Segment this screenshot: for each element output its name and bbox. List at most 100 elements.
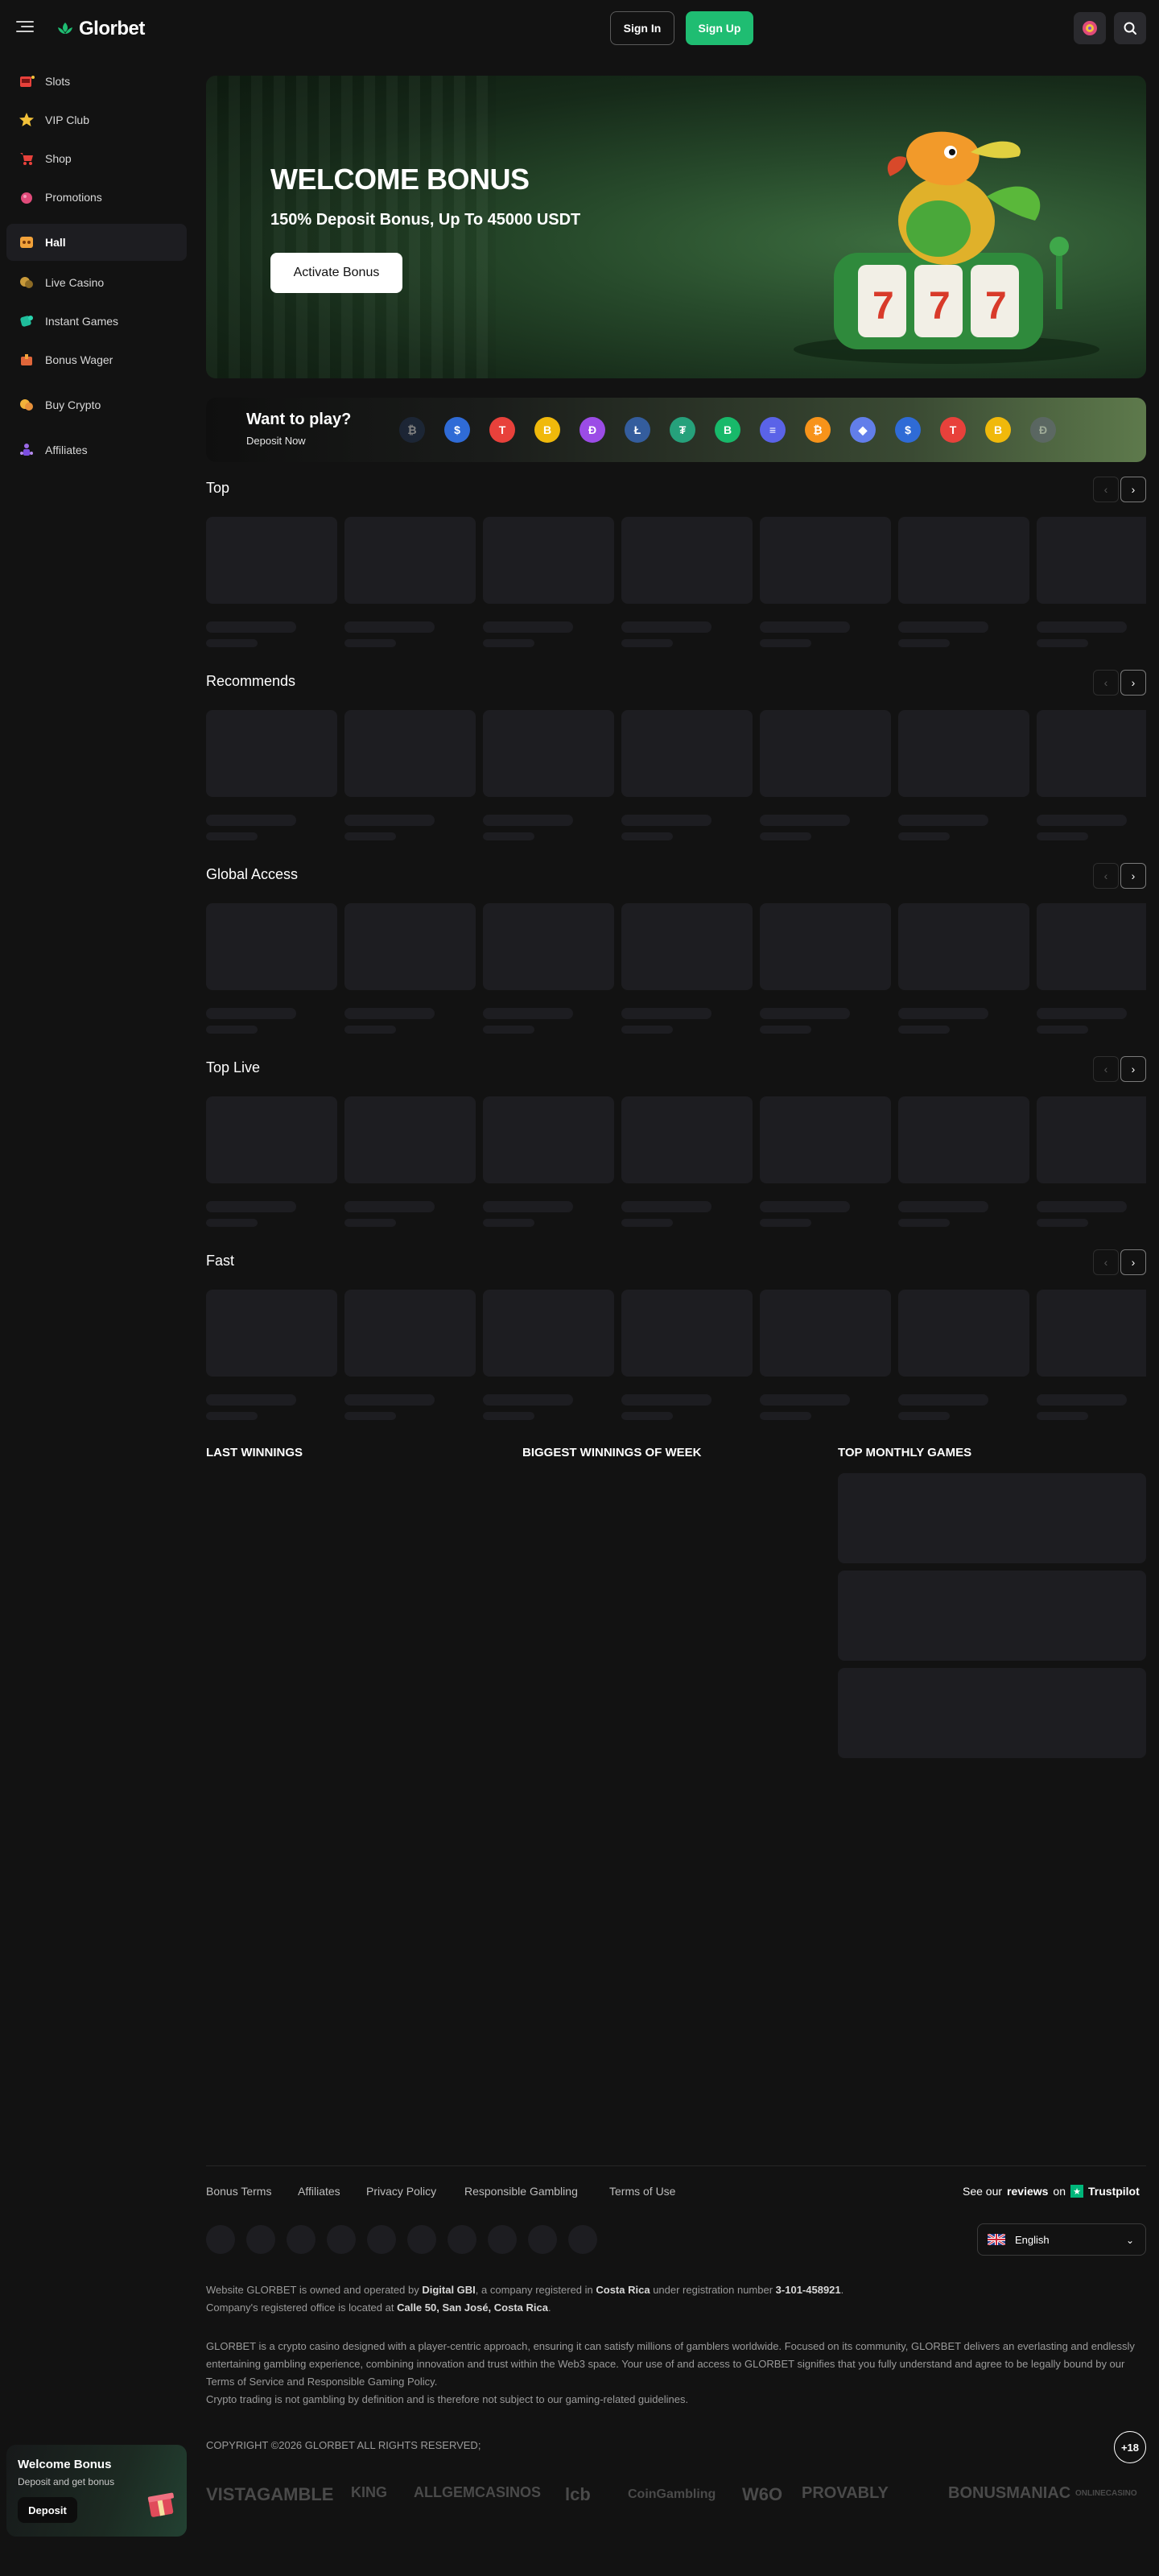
- game-card-placeholder[interactable]: [483, 710, 614, 840]
- next-arrow-icon[interactable]: ›: [1120, 1056, 1146, 1082]
- sidebar-item-shop[interactable]: Shop: [6, 140, 187, 177]
- game-card-placeholder[interactable]: [1037, 517, 1146, 647]
- game-card-placeholder[interactable]: [344, 710, 476, 840]
- game-card-placeholder[interactable]: [898, 1290, 1029, 1420]
- footer-link-affiliates[interactable]: Affiliates: [298, 2185, 340, 2198]
- game-thumbnail-placeholder: [760, 903, 891, 990]
- social-icon[interactable]: [528, 2225, 557, 2254]
- game-card-placeholder[interactable]: [760, 517, 891, 647]
- game-card-placeholder[interactable]: [760, 903, 891, 1034]
- social-icon[interactable]: [367, 2225, 396, 2254]
- sidebar-item-hall[interactable]: Hall: [6, 224, 187, 261]
- prev-arrow-icon[interactable]: ‹: [1093, 670, 1119, 696]
- next-arrow-icon[interactable]: ›: [1120, 477, 1146, 502]
- sign-up-button[interactable]: Sign Up: [686, 11, 753, 45]
- game-title-placeholder: [898, 1394, 988, 1406]
- social-icon[interactable]: [287, 2225, 316, 2254]
- game-card-placeholder[interactable]: [621, 903, 753, 1034]
- prev-arrow-icon[interactable]: ‹: [1093, 1249, 1119, 1275]
- game-provider-placeholder: [483, 639, 534, 647]
- partner-logo[interactable]: VISTAGAMBLE: [206, 2484, 333, 2505]
- game-card-placeholder[interactable]: [206, 1096, 337, 1227]
- menu-icon[interactable]: [16, 21, 34, 34]
- partner-logo[interactable]: PROVABLY: [802, 2484, 889, 2503]
- sidebar-item-bonus-wager[interactable]: Bonus Wager: [6, 341, 187, 378]
- top-monthly-game-card[interactable]: [838, 1473, 1146, 1563]
- partner-logo[interactable]: ALLGEMCASINOS: [414, 2484, 541, 2501]
- sidebar-item-vip-club[interactable]: VIP Club: [6, 101, 187, 138]
- social-icon[interactable]: [206, 2225, 235, 2254]
- prev-arrow-icon[interactable]: ‹: [1093, 1056, 1119, 1082]
- sidebar-item-buy-crypto[interactable]: Buy Crypto: [6, 386, 187, 423]
- deposit-now-link[interactable]: Deposit Now: [246, 435, 306, 447]
- game-card-placeholder[interactable]: [483, 903, 614, 1034]
- game-card-placeholder[interactable]: [206, 517, 337, 647]
- game-provider-placeholder: [483, 1026, 534, 1034]
- language-select[interactable]: English ⌄: [977, 2223, 1146, 2256]
- social-icon[interactable]: [327, 2225, 356, 2254]
- trustpilot-link[interactable]: See our reviews on ★ Trustpilot: [963, 2185, 1140, 2198]
- top-monthly-game-card[interactable]: [838, 1571, 1146, 1661]
- game-card-placeholder[interactable]: [344, 1290, 476, 1420]
- next-arrow-icon[interactable]: ›: [1120, 863, 1146, 889]
- game-card-placeholder[interactable]: [1037, 1096, 1146, 1227]
- footer-link-privacy-policy[interactable]: Privacy Policy: [366, 2185, 436, 2198]
- game-card-placeholder[interactable]: [621, 517, 753, 647]
- game-card-placeholder[interactable]: [344, 903, 476, 1034]
- game-card-placeholder[interactable]: [344, 517, 476, 647]
- wheel-icon[interactable]: [1074, 12, 1106, 44]
- game-card-placeholder[interactable]: [760, 710, 891, 840]
- game-card-placeholder[interactable]: [898, 517, 1029, 647]
- partner-logo[interactable]: W6O: [742, 2484, 782, 2505]
- social-icon[interactable]: [488, 2225, 517, 2254]
- game-card-placeholder[interactable]: [206, 710, 337, 840]
- search-icon[interactable]: [1114, 12, 1146, 44]
- game-card-placeholder[interactable]: [760, 1096, 891, 1227]
- footer-link-terms-of-use[interactable]: Terms of Use: [609, 2185, 675, 2198]
- next-arrow-icon[interactable]: ›: [1120, 1249, 1146, 1275]
- sidebar-item-affiliates[interactable]: Affiliates: [6, 431, 187, 469]
- sidebar-item-slots[interactable]: Slots: [6, 63, 187, 100]
- game-card-placeholder[interactable]: [483, 517, 614, 647]
- game-card-placeholder[interactable]: [483, 1096, 614, 1227]
- game-card-placeholder[interactable]: [621, 1290, 753, 1420]
- game-card-placeholder[interactable]: [760, 1290, 891, 1420]
- want-to-play-bar[interactable]: Want to play? Deposit Now ₿ $ T B Ð Ł ₮ B ≡ ₿ ◆ $ T B…: [206, 398, 1146, 462]
- game-card-placeholder[interactable]: [483, 1290, 614, 1420]
- game-card-placeholder[interactable]: [621, 1096, 753, 1227]
- sign-in-button[interactable]: Sign In: [610, 11, 674, 45]
- game-provider-placeholder: [483, 832, 534, 840]
- social-icon[interactable]: [448, 2225, 476, 2254]
- game-title-placeholder: [760, 621, 850, 633]
- footer-link-bonus-terms[interactable]: Bonus Terms: [206, 2185, 271, 2198]
- prev-arrow-icon[interactable]: ‹: [1093, 477, 1119, 502]
- game-card-placeholder[interactable]: [206, 1290, 337, 1420]
- logo[interactable]: Glorbet: [56, 18, 145, 40]
- game-card-placeholder[interactable]: [898, 1096, 1029, 1227]
- social-icon[interactable]: [407, 2225, 436, 2254]
- game-card-placeholder[interactable]: [1037, 903, 1146, 1034]
- game-card-placeholder[interactable]: [1037, 710, 1146, 840]
- game-card-placeholder[interactable]: [621, 710, 753, 840]
- deposit-button[interactable]: Deposit: [18, 2497, 77, 2523]
- activate-bonus-button[interactable]: Activate Bonus: [270, 253, 402, 293]
- sidebar-item-promotions[interactable]: Promotions: [6, 179, 187, 216]
- social-icon[interactable]: [246, 2225, 275, 2254]
- top-monthly-game-card[interactable]: [838, 1668, 1146, 1758]
- partner-logo[interactable]: ONLINECASINO: [1075, 2489, 1137, 2498]
- partner-logo[interactable]: KING: [351, 2484, 387, 2501]
- footer-link-responsible-gambling[interactable]: Responsible Gambling: [464, 2185, 578, 2198]
- game-card-placeholder[interactable]: [898, 903, 1029, 1034]
- game-card-placeholder[interactable]: [1037, 1290, 1146, 1420]
- partner-logo[interactable]: BONUSMANIAC: [948, 2484, 1070, 2503]
- sidebar-item-live-casino[interactable]: Live Casino: [6, 264, 187, 301]
- game-card-placeholder[interactable]: [344, 1096, 476, 1227]
- sidebar-item-instant-games[interactable]: Instant Games: [6, 303, 187, 340]
- social-icon[interactable]: [568, 2225, 597, 2254]
- next-arrow-icon[interactable]: ›: [1120, 670, 1146, 696]
- partner-logo[interactable]: lcb: [565, 2484, 591, 2505]
- game-card-placeholder[interactable]: [206, 903, 337, 1034]
- prev-arrow-icon[interactable]: ‹: [1093, 863, 1119, 889]
- game-card-placeholder[interactable]: [898, 710, 1029, 840]
- partner-logo[interactable]: CoinGambling: [628, 2487, 716, 2502]
